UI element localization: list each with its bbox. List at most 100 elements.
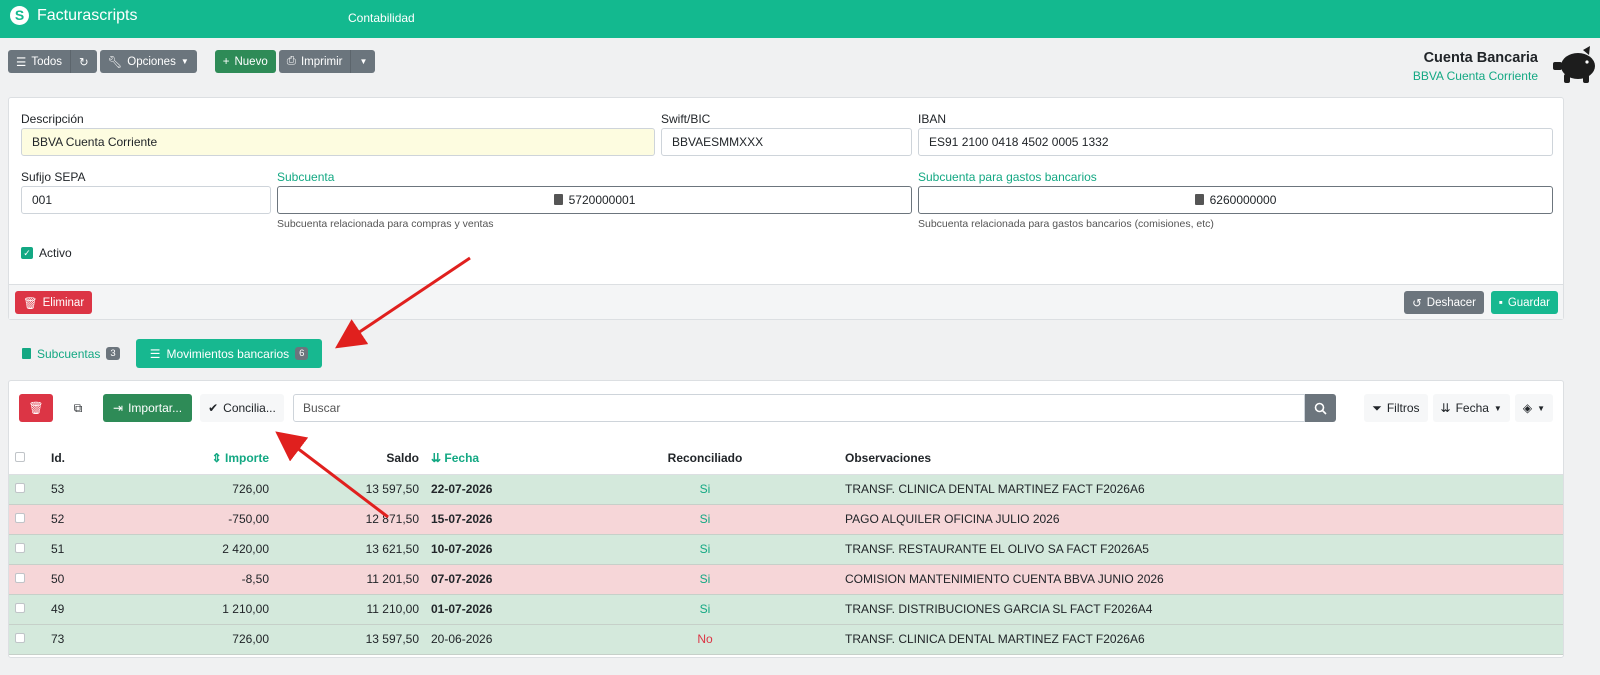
save-icon: ▪ [1498, 296, 1503, 309]
activo-label: Activo [39, 246, 72, 260]
sort-icon: ⇕ [211, 451, 225, 466]
col-saldo[interactable]: Saldo [275, 443, 425, 475]
subcuenta-select[interactable]: 5720000001 [277, 186, 912, 214]
descripcion-input[interactable]: BBVA Cuenta Corriente [21, 128, 655, 156]
col-importe-label: Importe [224, 451, 269, 466]
menu-contabilidad[interactable]: Contabilidad [348, 11, 415, 25]
gastos-label[interactable]: Subcuenta para gastos bancarios [918, 170, 1097, 184]
filters-button[interactable]: ⏷ Filtros [1364, 394, 1428, 422]
row-checkbox[interactable] [15, 603, 25, 613]
cell-id: 53 [45, 474, 125, 505]
col-fecha[interactable]: ⇊ Fecha [425, 443, 595, 475]
tab-count-badge: 3 [106, 347, 120, 360]
double-check-icon: ✔ [208, 401, 219, 415]
brand-name: Facturascripts [37, 6, 138, 24]
cell-reconciliado: No [595, 624, 815, 655]
undo-button[interactable]: ↺ Deshacer [1404, 291, 1484, 314]
cell-importe: -8,50 [125, 564, 275, 595]
cell-importe: 1 210,00 [125, 594, 275, 625]
tab-subcuentas[interactable]: Subcuentas 3 [12, 339, 130, 368]
print-dropdown-toggle[interactable]: ▼ [350, 50, 376, 73]
table-row[interactable]: 73 726,00 13 597,50 20-06-2026 No TRANSF… [9, 624, 1563, 655]
caret-down-icon: ▼ [180, 57, 189, 66]
trash-icon: 🗑︎ [23, 297, 38, 310]
save-button-label: Guardar [1507, 296, 1550, 309]
subcuenta-label[interactable]: Subcuenta [277, 170, 334, 184]
checkmark-icon: ✓ [21, 247, 33, 259]
save-button[interactable]: ▪ Guardar [1490, 291, 1558, 314]
import-button[interactable]: ⇥ Importar... [103, 394, 193, 422]
trash-icon: 🗑︎ [28, 401, 44, 415]
main-toolbar: ☰ Todos ↻ 🔧︎ Opciones ▼ + Nuevo ⎙ Imprim… [8, 50, 376, 73]
row-checkbox-cell[interactable] [9, 624, 45, 655]
wrench-icon: 🔧︎ [107, 56, 123, 69]
open-external-button[interactable]: ⧉ [61, 394, 95, 422]
cell-fecha: 10-07-2026 [425, 534, 595, 565]
new-button[interactable]: + Nuevo [214, 50, 276, 73]
col-id[interactable]: Id. [45, 443, 125, 475]
cell-reconciliado: Si [595, 564, 815, 595]
delete-button-label: Eliminar [42, 296, 85, 309]
table-row[interactable]: 52 -750,00 12 871,50 15-07-2026 Si PAGO … [9, 504, 1563, 535]
row-checkbox-cell[interactable] [9, 594, 45, 625]
brand[interactable]: S Facturascripts [10, 6, 137, 25]
subcuenta-help: Subcuenta relacionada para compras y ven… [277, 218, 494, 230]
row-checkbox[interactable] [15, 633, 25, 643]
options-button[interactable]: 🔧︎ Opciones ▼ [99, 50, 197, 73]
select-all-cell[interactable] [9, 443, 45, 475]
search-input[interactable]: Buscar [293, 394, 1305, 422]
cell-id: 73 [45, 624, 125, 655]
table-row[interactable]: 49 1 210,00 11 210,00 01-07-2026 Si TRAN… [9, 594, 1563, 625]
select-all-checkbox[interactable] [15, 452, 25, 463]
iban-input[interactable]: ES91 2100 0418 4502 0005 1332 [918, 128, 1553, 156]
cell-observaciones: TRANSF. CLINICA DENTAL MARTINEZ FACT F20… [815, 624, 1563, 655]
refresh-button[interactable]: ↻ [70, 50, 97, 73]
col-importe[interactable]: ⇕ Importe [125, 443, 275, 475]
col-reconciliado[interactable]: Reconciliado [595, 443, 815, 475]
list-icon: ☰ [149, 346, 161, 361]
all-button[interactable]: ☰ Todos [8, 50, 70, 73]
table-row[interactable]: 51 2 420,00 13 621,50 10-07-2026 Si TRAN… [9, 534, 1563, 565]
delete-button[interactable]: 🗑︎ Eliminar [15, 291, 93, 314]
cell-observaciones: PAGO ALQUILER OFICINA JULIO 2026 [815, 504, 1563, 535]
row-checkbox[interactable] [15, 543, 25, 553]
cell-observaciones: TRANSF. RESTAURANTE EL OLIVO SA FACT F20… [815, 534, 1563, 565]
delete-selected-button[interactable]: 🗑︎ [19, 394, 53, 422]
page-title: Cuenta Bancaria [1423, 50, 1538, 66]
table-row[interactable]: 53 726,00 13 597,50 22-07-2026 Si TRANSF… [9, 474, 1563, 505]
row-checkbox[interactable] [15, 483, 25, 493]
plus-icon: + [222, 55, 230, 68]
cell-fecha: 20-06-2026 [425, 624, 595, 655]
sepa-input[interactable]: 001 [21, 186, 271, 214]
col-observaciones[interactable]: Observaciones [815, 443, 1563, 475]
reconcile-button[interactable]: ✔ Concilia... [200, 394, 284, 422]
file-import-icon: ⇥ [113, 401, 124, 415]
row-checkbox-cell[interactable] [9, 474, 45, 505]
row-checkbox[interactable] [15, 573, 25, 583]
sort-desc-icon: ⇊ [431, 451, 445, 466]
bank-account-form: Descripción BBVA Cuenta Corriente Swift/… [8, 97, 1564, 320]
table-header: Id. ⇕ Importe Saldo ⇊ Fecha Reconciliado… [9, 443, 1563, 475]
row-checkbox-cell[interactable] [9, 534, 45, 565]
iban-label: IBAN [918, 112, 947, 126]
gastos-select[interactable]: 6260000000 [918, 186, 1553, 214]
row-checkbox-cell[interactable] [9, 504, 45, 535]
swift-label: Swift/BIC [661, 112, 711, 126]
swift-input[interactable]: BBVAESMMXXX [661, 128, 912, 156]
table-row[interactable]: 50 -8,50 11 201,50 07-07-2026 Si COMISIO… [9, 564, 1563, 595]
print-button[interactable]: ⎙ Imprimir [278, 50, 351, 73]
tab-subcuentas-label: Subcuentas [37, 346, 101, 361]
sort-button[interactable]: ⇊ Fecha ▼ [1432, 394, 1510, 422]
row-checkbox[interactable] [15, 513, 25, 523]
cell-importe: 726,00 [125, 624, 275, 655]
tab-count-badge: 6 [295, 347, 309, 360]
print-button-group: ⎙ Imprimir ▼ [278, 50, 376, 73]
list-right-tools: ⏷ Filtros ⇊ Fecha ▼ ◈ ▼ [1364, 394, 1553, 422]
gastos-value: 6260000000 [1209, 193, 1277, 207]
tab-movimientos[interactable]: ☰ Movimientos bancarios 6 [135, 339, 323, 368]
search-button[interactable] [1305, 394, 1336, 422]
cell-observaciones: TRANSF. DISTRIBUCIONES GARCIA SL FACT F2… [815, 594, 1563, 625]
row-checkbox-cell[interactable] [9, 564, 45, 595]
color-options-button[interactable]: ◈ ▼ [1514, 394, 1553, 422]
activo-checkbox[interactable]: ✓ Activo [21, 246, 72, 260]
